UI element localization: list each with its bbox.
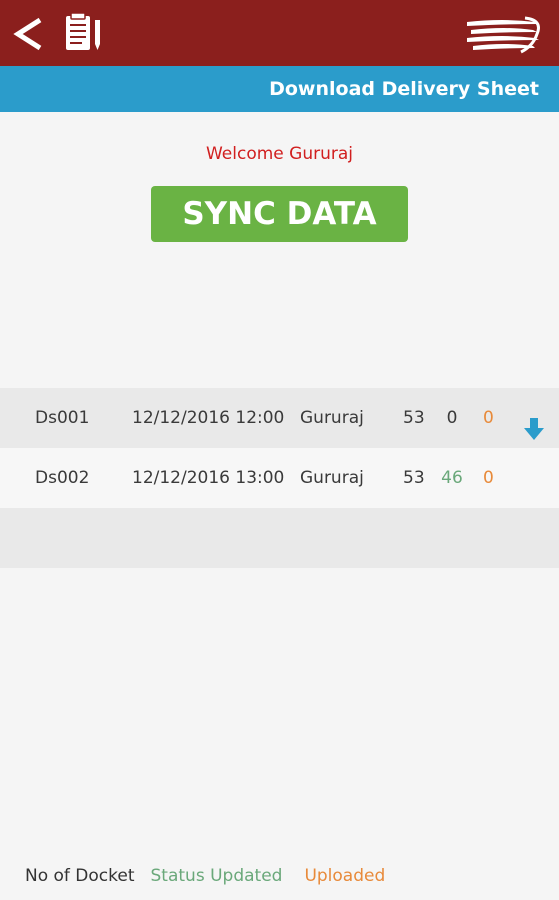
docket-count: 53 bbox=[403, 468, 425, 488]
sheet-id: Ds002 bbox=[35, 468, 90, 488]
sheet-id: Ds001 bbox=[35, 408, 90, 428]
sheet-datetime: 12/12/2016 13:00 bbox=[132, 468, 285, 488]
sync-data-button[interactable]: SYNC DATA bbox=[151, 186, 408, 242]
chevron-left-icon bbox=[13, 17, 42, 51]
status-updated-count: 0 bbox=[446, 408, 458, 428]
uploaded-count: 0 bbox=[483, 408, 494, 428]
empty-list-row bbox=[0, 508, 559, 568]
status-updated-count: 46 bbox=[441, 468, 463, 488]
docket-count: 53 bbox=[403, 408, 425, 428]
legend-docket: No of Docket bbox=[25, 866, 135, 886]
clipboard-pen-icon bbox=[66, 12, 100, 50]
legend-uploaded: Uploaded bbox=[304, 866, 386, 886]
page-title-bar: Download Delivery Sheet bbox=[0, 66, 559, 112]
delivery-sheet-button[interactable] bbox=[62, 10, 108, 56]
welcome-message: Welcome Gururaj bbox=[205, 144, 353, 164]
speed-logo-icon bbox=[463, 14, 543, 54]
list-item[interactable]: Ds001 12/12/2016 12:00 Gururaj 53 0 0 bbox=[0, 388, 559, 448]
back-button[interactable] bbox=[10, 14, 50, 54]
sheet-user-name: Gururaj bbox=[300, 468, 364, 488]
top-app-bar bbox=[0, 0, 559, 66]
sheet-user-name: Gururaj bbox=[300, 408, 364, 428]
download-arrow-icon[interactable] bbox=[522, 406, 546, 440]
sheet-datetime: 12/12/2016 12:00 bbox=[132, 408, 285, 428]
page-title: Download Delivery Sheet bbox=[269, 78, 539, 100]
delivery-sheet-list: Ds001 12/12/2016 12:00 Gururaj 53 0 0 Ds… bbox=[0, 388, 559, 568]
column-legend: No of Docket Status Updated Uploaded bbox=[25, 866, 385, 886]
uploaded-count: 0 bbox=[483, 468, 494, 488]
list-item[interactable]: Ds002 12/12/2016 13:00 Gururaj 53 46 0 bbox=[0, 448, 559, 508]
legend-status-updated: Status Updated bbox=[150, 866, 283, 886]
